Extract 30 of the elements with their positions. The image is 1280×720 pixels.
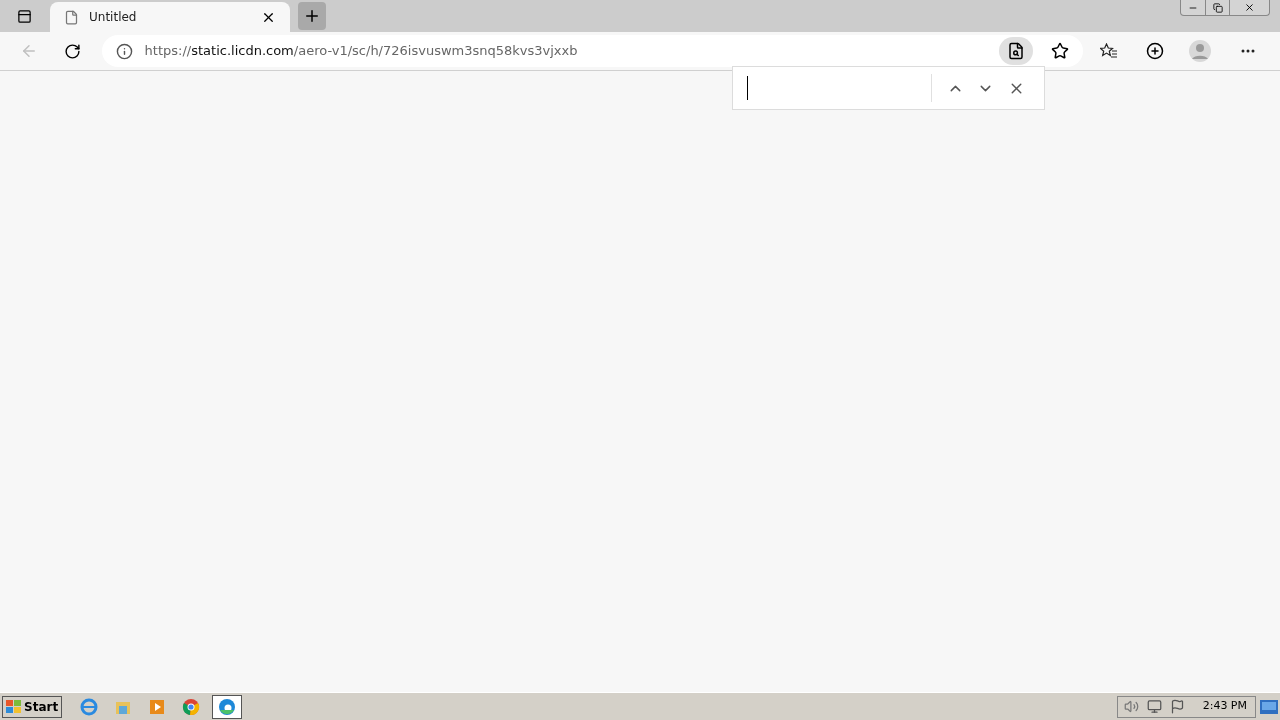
more-icon (1241, 49, 1256, 53)
show-desktop-icon[interactable] (1260, 699, 1278, 714)
info-icon[interactable] (115, 42, 133, 60)
avatar-icon (1189, 40, 1212, 62)
clock: 2:43 PM (1202, 698, 1247, 715)
tab-title: Untitled (89, 9, 138, 26)
network-icon[interactable] (1146, 699, 1162, 714)
play-icon (148, 697, 167, 716)
url-text: https://static.licdn.com/aero-v1/sc/h/726isvuswm3snq58kvs3vjxxb (144, 42, 579, 61)
edge-logo-icon (218, 697, 237, 716)
panel-icon (16, 8, 32, 24)
restore-icon (1212, 2, 1223, 13)
page-search-icon (1007, 42, 1025, 60)
browser-tab[interactable]: Untitled (50, 2, 290, 32)
new-tab-button[interactable] (298, 2, 326, 30)
plus-icon (1145, 42, 1164, 60)
speaker-icon[interactable] (1123, 699, 1139, 714)
start-button[interactable]: Start (2, 695, 63, 718)
plus-icon (303, 7, 321, 25)
star-list-icon (1099, 43, 1118, 59)
find-on-page-button[interactable] (999, 37, 1033, 65)
refresh-icon (64, 42, 82, 60)
chrome-logo-icon (182, 697, 201, 716)
star-icon (1051, 42, 1069, 60)
address-bar[interactable]: https://static.licdn.com/aero-v1/sc/h/726isvuswm3snq58kvs3vjxxb (101, 35, 1083, 67)
flag-icon[interactable] (1169, 699, 1185, 714)
taskbar-app-button[interactable] (212, 694, 243, 719)
windows-logo-icon (6, 699, 22, 714)
page-icon (64, 9, 79, 25)
close-icon (1244, 2, 1255, 13)
